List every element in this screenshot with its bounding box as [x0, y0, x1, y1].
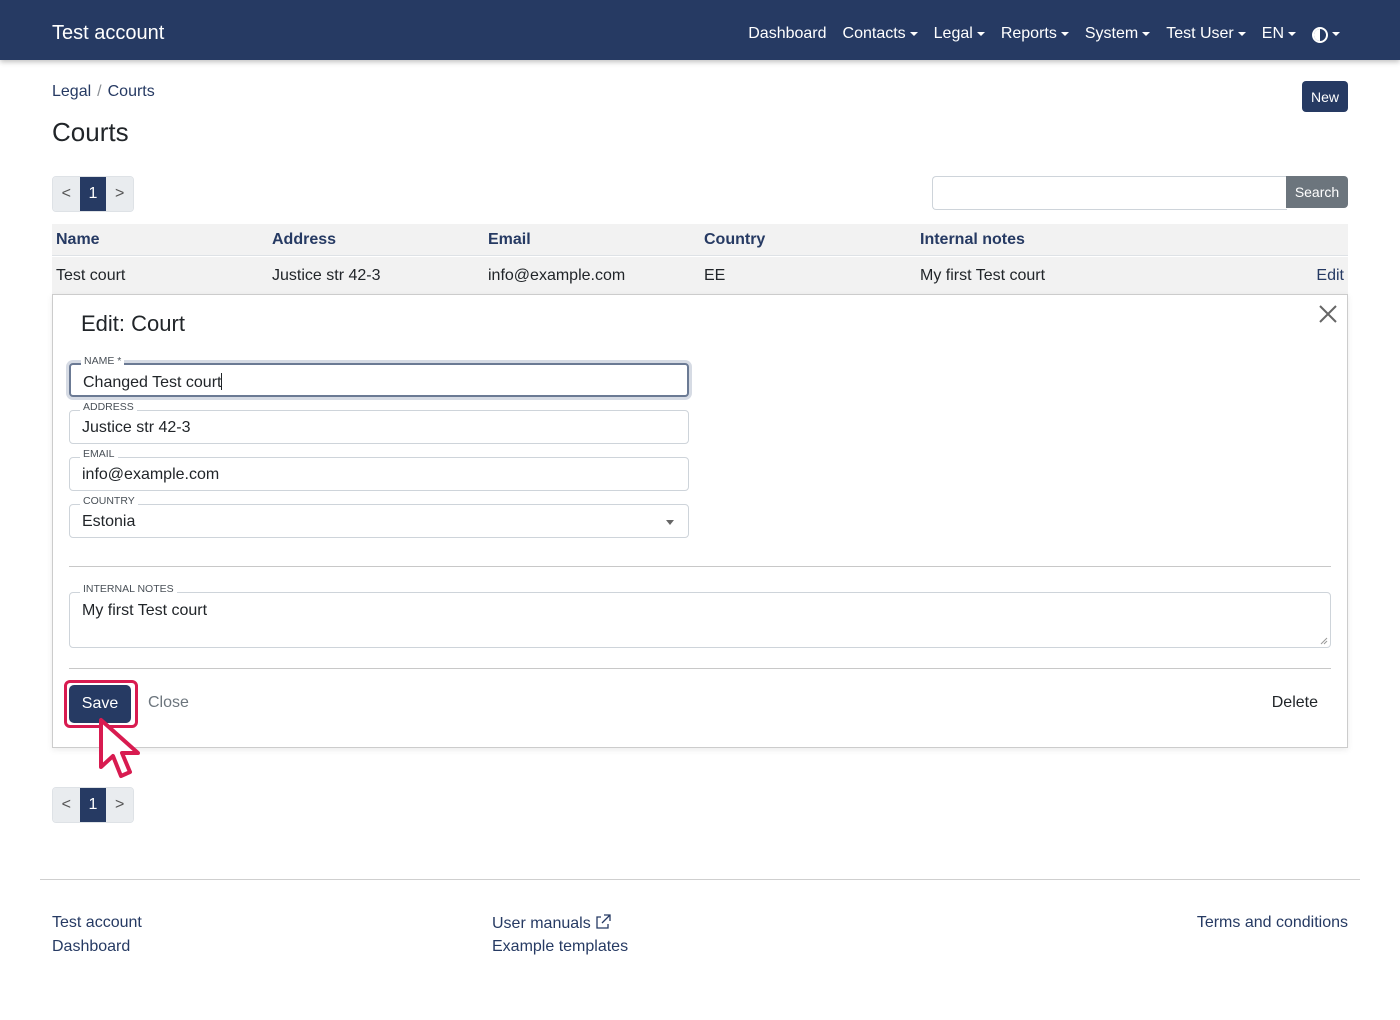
cell-country: EE [704, 267, 726, 284]
column-header-address[interactable]: Address [272, 231, 336, 249]
nav-language-label: EN [1261, 25, 1284, 42]
table-header: Name Address Email Country Internal note… [52, 224, 1348, 256]
caret-down-icon [1142, 32, 1151, 36]
name-field-label: Name * [81, 355, 125, 367]
text-caret [221, 373, 223, 390]
country-select[interactable]: Country Estonia [69, 495, 689, 538]
nav-legal-label: Legal [933, 25, 973, 42]
table-row: Test court Justice str 42-3 info@example… [52, 257, 1348, 294]
footer-link-test-account[interactable]: Test account [52, 914, 142, 932]
pagination-next-button[interactable]: > [106, 788, 133, 822]
search-button[interactable]: Search [1286, 176, 1348, 208]
footer-link-user-manuals-label: User manuals [492, 915, 591, 932]
cell-internal-notes: My first Test court [920, 267, 1046, 284]
search-input[interactable] [932, 176, 1287, 210]
divider [69, 566, 1331, 567]
internal-notes-label: Internal notes [80, 583, 177, 595]
column-header-email[interactable]: Email [488, 231, 531, 249]
nav-dashboard[interactable]: Dashboard [748, 25, 826, 43]
new-court-button[interactable]: New [1302, 81, 1348, 112]
column-header-internal-notes[interactable]: Internal notes [920, 231, 1025, 249]
address-field[interactable]: Address Justice str 42-3 [69, 401, 689, 444]
pagination-prev-button[interactable]: < [53, 788, 80, 822]
nav-language-dropdown[interactable]: EN [1262, 25, 1296, 43]
divider [69, 668, 1331, 669]
delete-button[interactable]: Delete [1272, 694, 1318, 712]
column-header-name[interactable]: Name [56, 231, 100, 249]
email-field[interactable]: Email info@example.com [69, 448, 689, 491]
close-icon[interactable] [1319, 305, 1337, 323]
breadcrumb-separator: / [97, 83, 102, 100]
contrast-icon [1312, 26, 1328, 43]
page-title: Courts [52, 117, 129, 147]
column-header-country[interactable]: Country [704, 231, 765, 249]
edit-court-panel: Edit: Court Name * Changed Test court Ad… [52, 294, 1348, 748]
pagination-next-button[interactable]: > [106, 177, 133, 211]
internal-notes-value: My first Test court [82, 602, 208, 619]
top-navbar: Test account Dashboard Contacts Legal Re… [0, 0, 1400, 60]
nav-contacts-dropdown[interactable]: Contacts [843, 25, 918, 43]
nav-reports-dropdown[interactable]: Reports [1001, 25, 1069, 43]
country-select-label: Country [80, 495, 138, 507]
external-link-icon [596, 914, 611, 929]
nav-dashboard-label: Dashboard [748, 25, 827, 42]
address-field-value: Justice str 42-3 [82, 419, 191, 436]
footer-link-user-manuals[interactable]: User manuals [492, 914, 611, 933]
mouse-pointer-icon [99, 718, 140, 778]
cell-address: Justice str 42-3 [272, 267, 381, 284]
name-field[interactable]: Name * Changed Test court [69, 355, 689, 397]
caret-down-icon [976, 32, 985, 36]
internal-notes-textarea[interactable]: Internal notes My first Test court [69, 583, 1331, 648]
pagination-top: < 1 > [52, 176, 134, 212]
chevron-down-icon [666, 520, 674, 525]
nav-user-label: Test User [1166, 25, 1234, 42]
pagination-page-button[interactable]: 1 [79, 177, 107, 211]
close-button[interactable]: Close [148, 694, 189, 712]
nav-legal-dropdown[interactable]: Legal [934, 25, 985, 43]
nav-system-label: System [1084, 25, 1139, 42]
nav-contacts-label: Contacts [842, 25, 906, 42]
main-nav: Dashboard Contacts Legal Reports System … [748, 25, 1340, 43]
email-field-label: Email [80, 448, 118, 460]
email-field-value: info@example.com [82, 466, 220, 483]
breadcrumb-courts-link[interactable]: Courts [108, 83, 155, 101]
edit-row-link[interactable]: Edit [1316, 267, 1344, 285]
name-field-value-wrap: Changed Test court [83, 373, 223, 392]
caret-down-icon [909, 32, 918, 36]
nav-system-dropdown[interactable]: System [1084, 25, 1151, 43]
address-field-label: Address [80, 401, 137, 413]
breadcrumb-legal-link[interactable]: Legal [52, 83, 91, 101]
nav-theme-dropdown[interactable] [1312, 25, 1340, 43]
brand-title[interactable]: Test account [52, 22, 164, 45]
edit-panel-title: Edit: Court [81, 311, 185, 336]
cell-email: info@example.com [488, 267, 626, 284]
cell-name: Test court [56, 267, 126, 284]
pagination-prev-button[interactable]: < [53, 177, 80, 211]
name-field-value: Changed Test court [83, 374, 222, 391]
footer-link-terms[interactable]: Terms and conditions [1197, 914, 1348, 932]
footer-divider [40, 879, 1360, 880]
pagination-page-button[interactable]: 1 [79, 788, 107, 822]
nav-user-dropdown[interactable]: Test User [1166, 25, 1246, 43]
caret-down-icon [1288, 32, 1296, 36]
country-select-value: Estonia [82, 513, 136, 530]
caret-down-icon [1332, 32, 1340, 36]
resize-grip-icon[interactable] [1320, 637, 1328, 645]
caret-down-icon [1060, 32, 1069, 36]
caret-down-icon [1237, 32, 1246, 36]
footer-link-example-templates[interactable]: Example templates [492, 938, 628, 956]
pagination-bottom: < 1 > [52, 787, 134, 823]
footer-link-dashboard[interactable]: Dashboard [52, 938, 130, 956]
nav-reports-label: Reports [1000, 25, 1057, 42]
breadcrumb: Legal / Courts [52, 83, 155, 101]
